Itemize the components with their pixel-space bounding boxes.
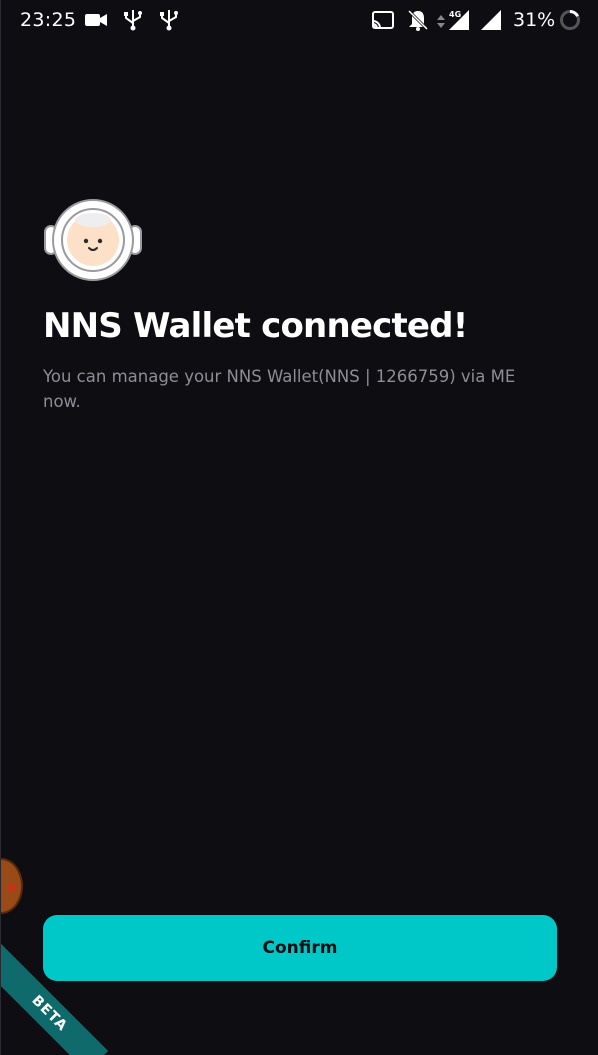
confirm-button[interactable]: Confirm <box>43 915 557 981</box>
astronaut-avatar-icon <box>44 199 142 281</box>
status-bar: 23:25 4G 31% <box>1 0 598 40</box>
signal-4g-icon: 4G <box>449 10 469 30</box>
usb-icon <box>160 10 178 31</box>
battery-percent: 31% <box>513 9 556 31</box>
video-camera-icon <box>85 14 107 26</box>
data-arrows-icon <box>437 15 445 28</box>
notifications-off-icon <box>407 9 429 31</box>
floating-assistant-bubble[interactable] <box>1 858 23 914</box>
signal-icon <box>481 10 501 30</box>
cast-icon <box>372 11 394 29</box>
network-label: 4G <box>449 10 461 19</box>
app-screen: 23:25 4G 31% NNS Wallet connected! You c… <box>0 0 598 1055</box>
page-title: NNS Wallet connected! <box>43 306 468 346</box>
status-time: 23:25 <box>20 9 77 31</box>
page-subtitle: You can manage your NNS Wallet(NNS | 126… <box>43 367 516 411</box>
beta-label: BETA <box>28 992 71 1035</box>
usb-icon <box>124 10 142 31</box>
battery-ring-icon <box>560 10 580 30</box>
